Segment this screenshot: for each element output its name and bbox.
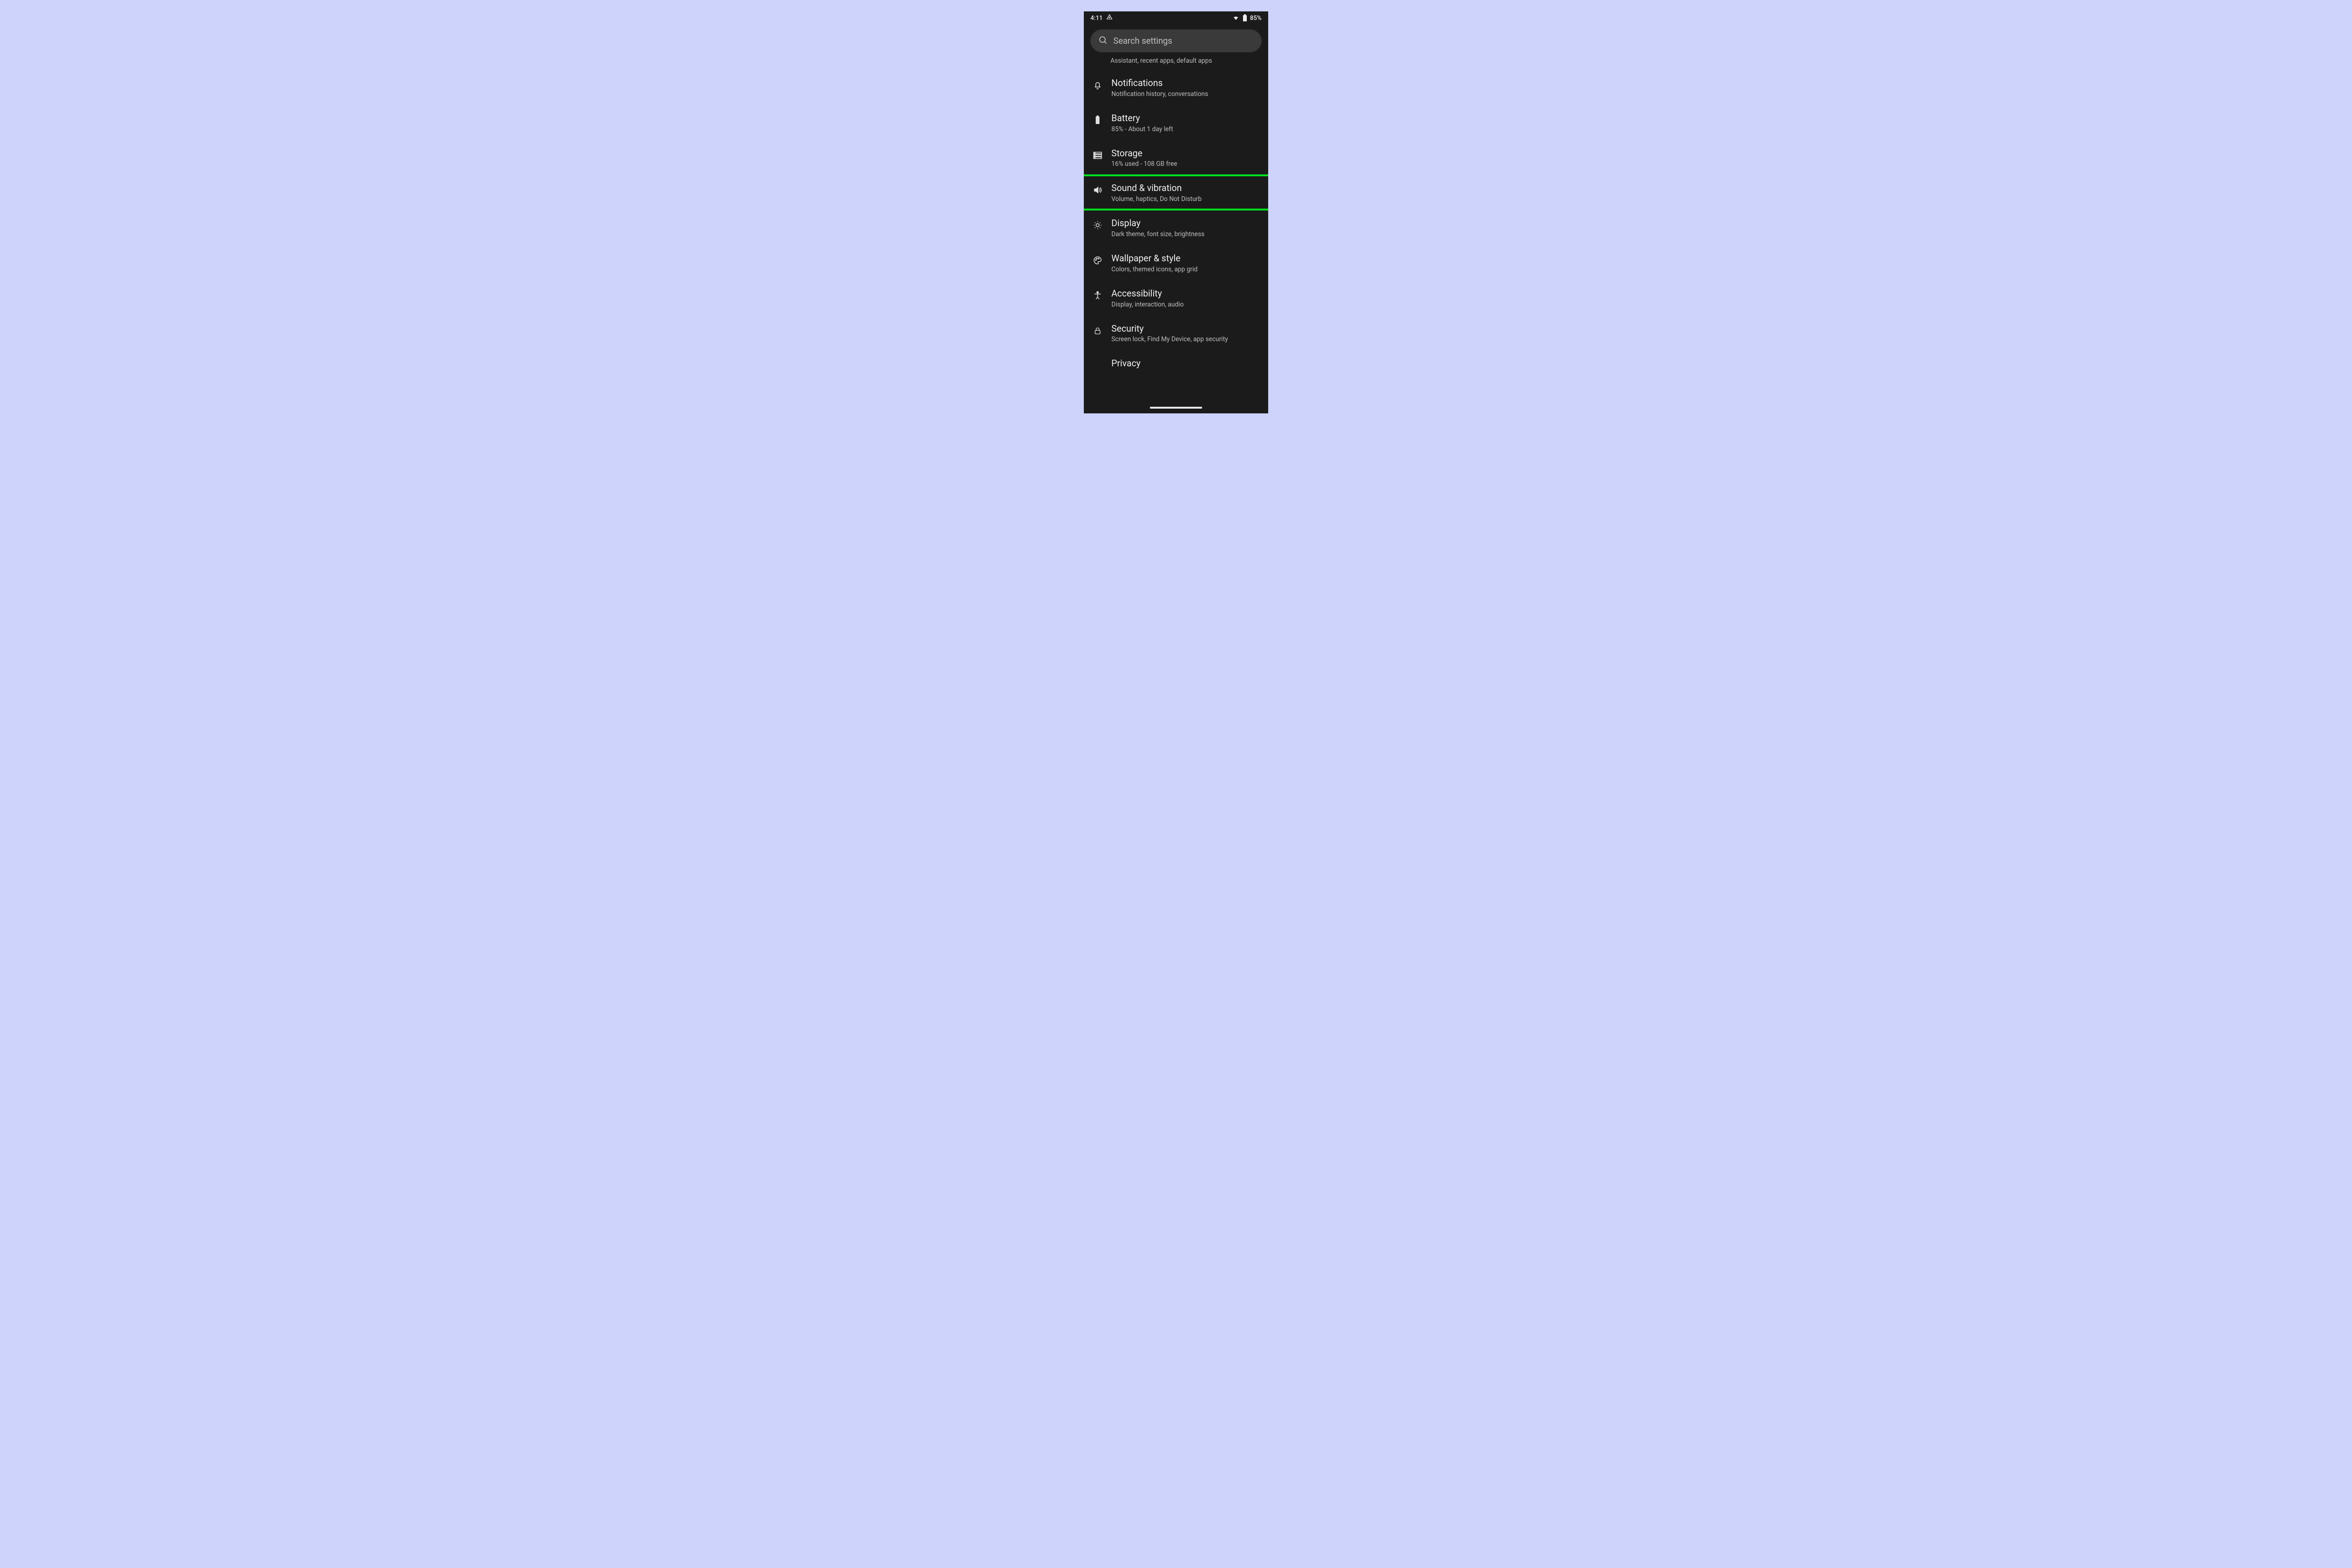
privacy-icon bbox=[1092, 360, 1103, 371]
triangle-icon bbox=[1106, 14, 1113, 22]
settings-item-subtitle: Screen lock, Find My Device, app securit… bbox=[1111, 335, 1260, 343]
gesture-nav-indicator[interactable] bbox=[1150, 407, 1202, 409]
settings-item-storage[interactable]: Storage 16% used - 108 GB free bbox=[1084, 141, 1268, 176]
settings-item-wallpaper-style[interactable]: Wallpaper & style Colors, themed icons, … bbox=[1084, 246, 1268, 281]
settings-item-title: Notifications bbox=[1111, 78, 1260, 89]
settings-item-title: Privacy bbox=[1111, 358, 1260, 369]
lock-icon bbox=[1092, 325, 1103, 336]
settings-item-subtitle: Colors, themed icons, app grid bbox=[1111, 266, 1260, 273]
status-battery-text: 85% bbox=[1250, 15, 1262, 22]
settings-item-title: Display bbox=[1111, 218, 1260, 229]
bell-icon bbox=[1092, 80, 1103, 90]
settings-item-notifications[interactable]: Notifications Notification history, conv… bbox=[1084, 70, 1268, 105]
settings-item-subtitle: Dark theme, font size, brightness bbox=[1111, 230, 1260, 238]
settings-item-title: Wallpaper & style bbox=[1111, 253, 1260, 264]
settings-item-subtitle: 16% used - 108 GB free bbox=[1111, 160, 1260, 168]
settings-item-title: Accessibility bbox=[1111, 288, 1260, 299]
settings-item-subtitle: Notification history, conversations bbox=[1111, 90, 1260, 98]
status-bar: 4:11 85% bbox=[1084, 11, 1268, 25]
settings-item-privacy[interactable]: Privacy bbox=[1084, 351, 1268, 371]
storage-icon bbox=[1092, 150, 1103, 161]
settings-item-title: Battery bbox=[1111, 113, 1260, 124]
settings-item-sound-vibration[interactable]: Sound & vibration Volume, haptics, Do No… bbox=[1084, 175, 1268, 210]
settings-item-security[interactable]: Security Screen lock, Find My Device, ap… bbox=[1084, 316, 1268, 351]
battery-upright-icon bbox=[1092, 115, 1103, 125]
search-placeholder: Search settings bbox=[1113, 36, 1172, 46]
settings-item-battery[interactable]: Battery 85% - About 1 day left bbox=[1084, 105, 1268, 141]
settings-item-accessibility[interactable]: Accessibility Display, interaction, audi… bbox=[1084, 281, 1268, 316]
accessibility-icon bbox=[1092, 290, 1103, 301]
settings-item-title: Sound & vibration bbox=[1111, 183, 1260, 194]
status-time: 4:11 bbox=[1090, 15, 1103, 22]
phone-frame: 4:11 85% Search settings Assistant, re bbox=[1084, 11, 1268, 413]
battery-icon bbox=[1243, 14, 1247, 22]
settings-item-title: Security bbox=[1111, 324, 1260, 335]
settings-item-subtitle: 85% - About 1 day left bbox=[1111, 125, 1260, 133]
search-settings-input[interactable]: Search settings bbox=[1090, 29, 1262, 52]
volume-icon bbox=[1092, 185, 1103, 195]
settings-item-display[interactable]: Display Dark theme, font size, brightnes… bbox=[1084, 210, 1268, 246]
settings-item-title: Storage bbox=[1111, 148, 1260, 159]
brightness-icon bbox=[1092, 220, 1103, 230]
settings-item-apps-subtitle: Assistant, recent apps, default apps bbox=[1084, 56, 1268, 70]
settings-item-subtitle: Display, interaction, audio bbox=[1111, 301, 1260, 308]
wifi-icon bbox=[1232, 15, 1240, 21]
palette-icon bbox=[1092, 255, 1103, 266]
settings-list: Notifications Notification history, conv… bbox=[1084, 70, 1268, 371]
settings-item-subtitle: Volume, haptics, Do Not Disturb bbox=[1111, 195, 1260, 203]
search-icon bbox=[1098, 35, 1108, 47]
